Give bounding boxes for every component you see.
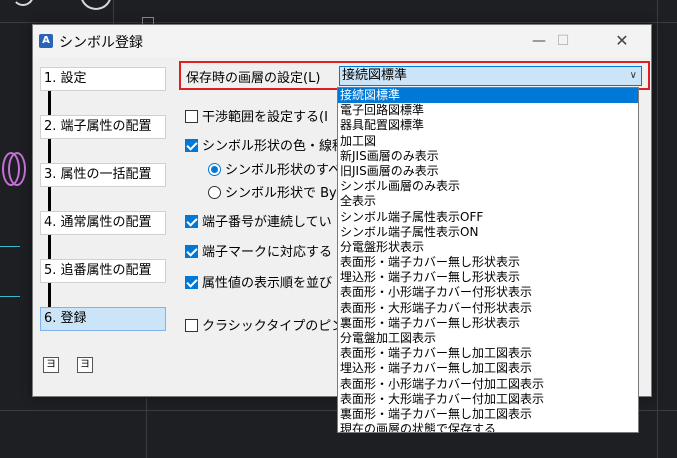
option-label: シンボル形状で By bbox=[225, 186, 337, 201]
second-nav-icon[interactable]: ヨ bbox=[77, 357, 93, 373]
radio-button[interactable] bbox=[208, 186, 221, 199]
option-label: 端子番号が連続してい bbox=[202, 215, 332, 230]
option-label: 属性値の表示順を並び bbox=[202, 276, 333, 291]
cad-cyan-line bbox=[0, 246, 20, 247]
terminal-mark-option[interactable]: 端子マークに対応する bbox=[185, 244, 332, 262]
option-label: クラシックタイプのピンマ bbox=[202, 319, 358, 334]
maximize-button[interactable]: ☐ bbox=[541, 29, 585, 53]
background-gridline bbox=[113, 0, 114, 24]
option-label: 干渉範囲を設定する(I bbox=[202, 110, 328, 125]
cad-cyan-line bbox=[0, 296, 20, 297]
dropdown-item[interactable]: 裏面形・端子カバー無し加工図表示 bbox=[338, 407, 638, 422]
step-connector bbox=[48, 91, 51, 115]
cad-arc-shape bbox=[12, 0, 34, 6]
dropdown-item[interactable]: 埋込形・端子カバー無し形状表示 bbox=[338, 270, 638, 285]
step-connector bbox=[48, 139, 51, 163]
symbol-shape-by-radio[interactable]: シンボル形状で By bbox=[208, 185, 337, 203]
checkbox[interactable] bbox=[185, 245, 198, 258]
dropdown-item[interactable]: 表面形・小形端子カバー付形状表示 bbox=[338, 285, 638, 300]
background-gridline bbox=[657, 0, 658, 458]
attribute-order-option[interactable]: 属性値の表示順を並び bbox=[185, 275, 332, 293]
dropdown-item[interactable]: 分電盤形状表示 bbox=[338, 240, 638, 255]
dropdown-item[interactable]: 表面形・小形端子カバー付加工図表示 bbox=[338, 377, 638, 392]
step-bulk-attribute-placement[interactable]: 3. 属性の一括配置 bbox=[40, 163, 166, 187]
dropdown-item[interactable]: シンボル端子属性表示ON bbox=[338, 225, 638, 240]
dropdown-item[interactable]: 表面形・端子カバー無し形状表示 bbox=[338, 255, 638, 270]
layer-setting-label: 保存時の画層の設定(L) bbox=[186, 71, 321, 86]
checkbox[interactable] bbox=[185, 319, 198, 332]
title-bar[interactable]: A シンボル登録 — ☐ ✕ bbox=[33, 25, 651, 57]
step-settings[interactable]: 1. 設定 bbox=[40, 67, 166, 91]
cad-ellipse-shape bbox=[8, 152, 26, 186]
checkbox[interactable] bbox=[185, 110, 198, 123]
step-connector bbox=[48, 187, 51, 211]
dropdown-item[interactable]: 器具配置図標準 bbox=[338, 118, 638, 133]
step-register[interactable]: 6. 登録 bbox=[40, 307, 166, 331]
dropdown-item[interactable]: 埋込形・端子カバー無し加工図表示 bbox=[338, 361, 638, 376]
checkbox[interactable] bbox=[185, 276, 198, 289]
dropdown-item[interactable]: 加工図 bbox=[338, 134, 638, 149]
interference-range-option[interactable]: 干渉範囲を設定する(I bbox=[185, 109, 328, 127]
chevron-down-icon[interactable]: ∨ bbox=[630, 67, 637, 85]
first-nav-icon[interactable]: ヨ bbox=[43, 357, 59, 373]
dropdown-item[interactable]: シンボル画層のみ表示 bbox=[338, 179, 638, 194]
step-terminal-attribute-placement[interactable]: 2. 端子属性の配置 bbox=[40, 115, 166, 139]
dropdown-item[interactable]: 表面形・端子カバー無し加工図表示 bbox=[338, 346, 638, 361]
dropdown-item[interactable]: 現在の画層の状態で保存する bbox=[338, 422, 638, 432]
dropdown-item[interactable]: 接続図標準 bbox=[338, 88, 638, 104]
dropdown-item[interactable]: 電子回路図標準 bbox=[338, 103, 638, 118]
cad-arc-shape bbox=[80, 0, 112, 10]
dropdown-item[interactable]: 裏面形・端子カバー無し形状表示 bbox=[338, 316, 638, 331]
step-sequence-attribute-placement[interactable]: 5. 追番属性の配置 bbox=[40, 259, 166, 283]
background-gridline bbox=[0, 22, 677, 23]
checkbox[interactable] bbox=[185, 139, 198, 152]
dropdown-item[interactable]: 旧JIS画層のみ表示 bbox=[338, 164, 638, 179]
layer-setting-dropdown-list[interactable]: 接続図標準 電子回路図標準 器具配置図標準 加工図 新JIS画層のみ表示 旧JIS画層のみ… bbox=[337, 87, 639, 433]
dialog-title: シンボル登録 bbox=[59, 35, 143, 51]
background-gridline bbox=[146, 398, 147, 458]
dropdown-item[interactable]: 新JIS画層のみ表示 bbox=[338, 149, 638, 164]
option-label: 端子マークに対応する bbox=[202, 245, 333, 260]
app-icon: A bbox=[39, 34, 53, 48]
radio-button[interactable] bbox=[208, 163, 221, 176]
dropdown-item[interactable]: 分電盤加工図表示 bbox=[338, 331, 638, 346]
symbol-shape-all-radio[interactable]: シンボル形状のすべ bbox=[208, 162, 341, 180]
dropdown-item[interactable]: 表面形・大形端子カバー付加工図表示 bbox=[338, 392, 638, 407]
step-normal-attribute-placement[interactable]: 4. 通常属性の配置 bbox=[40, 211, 166, 235]
layer-setting-row: 保存時の画層の設定(L) 接続図標準 ∨ bbox=[179, 61, 650, 90]
close-button[interactable]: ✕ bbox=[600, 29, 644, 53]
checkbox[interactable] bbox=[185, 215, 198, 228]
dropdown-item[interactable]: 全表示 bbox=[338, 194, 638, 209]
layer-setting-combobox[interactable]: 接続図標準 ∨ bbox=[339, 66, 642, 86]
terminal-number-continuous-option[interactable]: 端子番号が連続してい bbox=[185, 214, 332, 232]
dropdown-item[interactable]: 表面形・大形端子カバー付形状表示 bbox=[338, 301, 638, 316]
symbol-color-linetype-option[interactable]: シンボル形状の色・線種 bbox=[185, 138, 345, 156]
step-connector bbox=[48, 283, 51, 307]
dropdown-item[interactable]: シンボル端子属性表示OFF bbox=[338, 210, 638, 225]
option-label: シンボル形状のすべ bbox=[225, 163, 342, 178]
option-label: シンボル形状の色・線種 bbox=[202, 139, 346, 154]
classic-pin-option[interactable]: クラシックタイプのピンマ bbox=[185, 318, 357, 336]
step-connector bbox=[48, 235, 51, 259]
combobox-value: 接続図標準 bbox=[342, 68, 408, 83]
